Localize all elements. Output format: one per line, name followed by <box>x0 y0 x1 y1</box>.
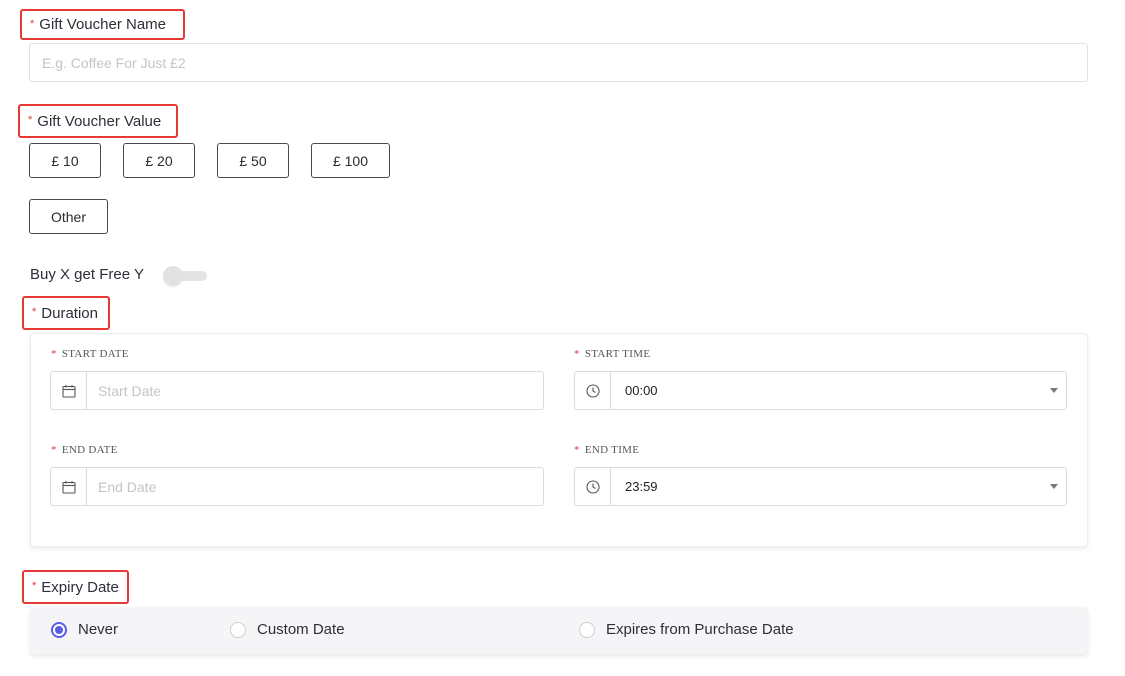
gift-voucher-value-label: * Gift Voucher Value <box>18 104 178 138</box>
expiry-option-custom-date[interactable]: Custom Date <box>230 621 345 638</box>
calendar-icon <box>51 372 87 409</box>
buy-x-get-y-toggle[interactable] <box>163 264 209 288</box>
start-time-label-text: START TIME <box>584 348 651 360</box>
end-date-field[interactable] <box>50 467 544 506</box>
end-time-label: * END TIME <box>574 444 639 456</box>
gift-voucher-name-label-text: Gift Voucher Name <box>39 16 167 33</box>
required-marker: * <box>32 580 37 592</box>
expiry-option-never-label: Never <box>78 621 119 638</box>
value-option-20-button[interactable]: £ 20 <box>123 143 195 178</box>
end-time-label-text: END TIME <box>584 444 640 456</box>
start-date-label-text: START DATE <box>61 348 129 360</box>
expiry-date-label: * Expiry Date <box>22 570 129 604</box>
value-option-10-button[interactable]: £ 10 <box>29 143 101 178</box>
gift-voucher-value-label-text: Gift Voucher Value <box>37 112 162 130</box>
required-marker: * <box>28 114 33 126</box>
value-option-50-button[interactable]: £ 50 <box>217 143 289 178</box>
required-marker: * <box>51 348 57 360</box>
value-option-100-button[interactable]: £ 100 <box>311 143 390 178</box>
value-other-button[interactable]: Other <box>29 199 108 234</box>
expiry-date-label-text: Expiry Date <box>41 578 119 596</box>
calendar-icon <box>51 468 87 505</box>
end-date-label-text: END DATE <box>61 444 118 456</box>
caret-down-icon <box>1042 372 1066 409</box>
end-time-value: 23:59 <box>625 479 658 494</box>
required-marker: * <box>574 444 580 456</box>
start-time-label: * START TIME <box>574 348 650 360</box>
buy-x-get-y-label: Buy X get Free Y <box>30 266 144 283</box>
start-time-select[interactable]: 00:00 <box>574 371 1067 410</box>
expiry-option-from-purchase[interactable]: Expires from Purchase Date <box>579 621 794 638</box>
start-date-input[interactable] <box>87 372 543 409</box>
end-time-select[interactable]: 23:59 <box>574 467 1067 506</box>
required-marker: * <box>574 348 580 360</box>
end-date-label: * END DATE <box>51 444 118 456</box>
clock-icon <box>575 468 611 505</box>
expiry-option-custom-date-label: Custom Date <box>257 621 345 638</box>
clock-icon <box>575 372 611 409</box>
required-marker: * <box>32 306 37 318</box>
radio-unchecked-icon[interactable] <box>579 621 595 638</box>
toggle-knob <box>163 266 183 286</box>
start-time-value: 00:00 <box>625 383 658 398</box>
radio-unchecked-icon[interactable] <box>230 621 246 638</box>
required-marker: * <box>51 444 57 456</box>
duration-card <box>30 333 1088 547</box>
required-marker: * <box>30 17 35 30</box>
duration-label-text: Duration <box>41 304 98 322</box>
duration-label: * Duration <box>22 296 110 330</box>
gift-voucher-name-label: * Gift Voucher Name <box>20 9 185 40</box>
expiry-radio-group <box>30 607 1088 654</box>
caret-down-icon <box>1042 468 1066 505</box>
expiry-option-from-purchase-label: Expires from Purchase Date <box>606 621 794 638</box>
expiry-option-never[interactable]: Never <box>51 621 118 638</box>
start-date-label: * START DATE <box>51 348 129 360</box>
start-date-field[interactable] <box>50 371 544 410</box>
radio-checked-icon[interactable] <box>51 621 67 638</box>
gift-voucher-name-input[interactable] <box>29 43 1088 82</box>
end-date-input[interactable] <box>87 468 543 505</box>
